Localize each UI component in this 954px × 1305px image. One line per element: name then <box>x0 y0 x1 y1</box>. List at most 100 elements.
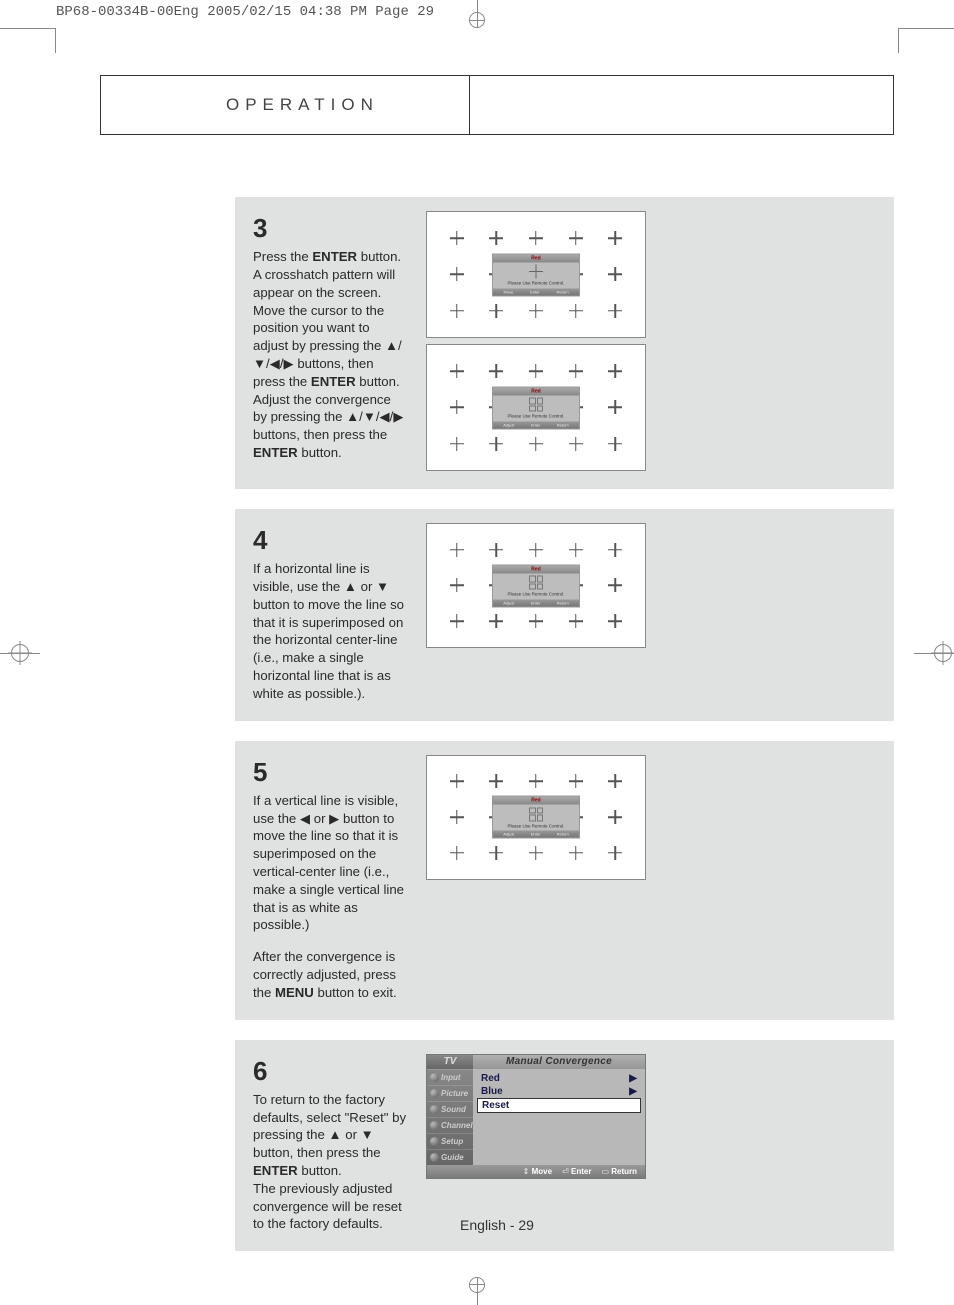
cross-icon <box>569 304 583 318</box>
osd-hint: Enter <box>531 832 541 837</box>
hint-return: ▭ Return <box>601 1167 637 1176</box>
text: button to move the line so that it is su… <box>253 811 404 933</box>
osd-hint: Enter <box>531 600 541 605</box>
osd-message: Please Use Remote Control. <box>507 414 564 419</box>
sidebar-item-guide[interactable]: Guide <box>427 1149 473 1165</box>
text: or <box>357 579 376 594</box>
up-arrow-icon: ▲ <box>344 579 357 594</box>
sidebar-item-input[interactable]: Input <box>427 1069 473 1085</box>
section-title: OPERATION <box>101 95 379 115</box>
cross-icon <box>450 304 464 318</box>
tv-screen: Red Please Use Remote Control. MoveEnter… <box>426 211 646 338</box>
arrow-icons: ▲/▼/◀/▶ <box>346 409 403 424</box>
menu-row-blue[interactable]: Blue ▶ <box>477 1085 641 1098</box>
text: Press the <box>253 249 312 264</box>
left-arrow-icon: ◀ <box>300 811 310 826</box>
setup-icon <box>430 1137 439 1146</box>
tv-screen: Red Please Use Remote Control. AdjustEnt… <box>426 755 646 880</box>
sidebar-item-picture[interactable]: Picture <box>427 1085 473 1101</box>
cross-icon <box>608 614 622 628</box>
right-arrow-icon: ▶ <box>329 811 339 826</box>
cross-icon <box>450 231 464 245</box>
step-text: 3 Press the ENTER button. A crosshatch p… <box>253 211 408 462</box>
sidebar-item-setup[interactable]: Setup <box>427 1133 473 1149</box>
label: Picture <box>441 1089 468 1098</box>
cross-icon <box>529 614 543 628</box>
target-icon <box>529 398 543 412</box>
cross-icon <box>569 543 583 557</box>
osd-title: Red <box>493 254 579 262</box>
cross-icon <box>489 846 503 860</box>
cross-icon <box>529 304 543 318</box>
osd-hint: Adjust <box>503 600 514 605</box>
osd-hint: Return <box>557 289 569 294</box>
label: Sound <box>441 1105 466 1114</box>
section-header: OPERATION <box>100 75 894 135</box>
label: Red <box>481 1073 500 1084</box>
cross-icon <box>608 846 622 860</box>
osd-hint-bar: MoveEnterReturn <box>493 288 579 295</box>
screenshots: TV Manual Convergence Input Picture Soun… <box>426 1054 876 1179</box>
osd-hint: Return <box>557 422 569 427</box>
crop-mark <box>469 20 485 21</box>
osd-message: Please Use Remote Control. <box>507 823 564 828</box>
menu-tv-label: TV <box>427 1055 473 1069</box>
crop-mark <box>55 28 56 53</box>
cross-icon <box>569 364 583 378</box>
cross-icon <box>608 364 622 378</box>
cross-icon <box>608 400 622 414</box>
crop-mark <box>0 28 55 29</box>
step-number: 4 <box>253 523 408 558</box>
cross-icon <box>529 437 543 451</box>
cross-icon <box>450 774 464 788</box>
guide-icon <box>430 1153 439 1162</box>
text: or <box>310 811 329 826</box>
cross-icon <box>450 543 464 557</box>
label: Guide <box>441 1153 464 1162</box>
cross-icon <box>489 437 503 451</box>
input-icon <box>430 1073 439 1082</box>
chevron-right-icon: ▶ <box>629 1086 637 1097</box>
step-3: 3 Press the ENTER button. A crosshatch p… <box>235 197 894 489</box>
cross-icon <box>450 578 464 592</box>
cross-icon <box>569 614 583 628</box>
step-number: 5 <box>253 755 408 790</box>
content: 3 Press the ENTER button. A crosshatch p… <box>235 197 894 1251</box>
label: Blue <box>481 1086 503 1097</box>
cross-icon <box>450 810 464 824</box>
up-arrow-icon: ▲ <box>329 1127 342 1142</box>
sidebar-item-sound[interactable]: Sound <box>427 1101 473 1117</box>
cross-icon <box>529 364 543 378</box>
sidebar-item-channel[interactable]: Channel <box>427 1117 473 1133</box>
menu-label: MENU <box>275 985 314 1000</box>
label: Setup <box>441 1137 463 1146</box>
registration-mark <box>934 644 952 662</box>
chevron-right-icon: ▶ <box>629 1073 637 1084</box>
menu-row-reset[interactable]: Reset <box>477 1098 641 1113</box>
down-arrow-icon: ▼ <box>376 579 389 594</box>
cross-icon <box>489 304 503 318</box>
cross-icon <box>569 774 583 788</box>
cross-icon <box>529 543 543 557</box>
step-text: 6 To return to the factory defaults, sel… <box>253 1054 408 1234</box>
cross-icon <box>450 364 464 378</box>
osd-hint-bar: AdjustEnterReturn <box>493 831 579 838</box>
cross-icon <box>608 304 622 318</box>
cross-icon <box>608 437 622 451</box>
step-number: 3 <box>253 211 408 246</box>
osd-title: Red <box>493 797 579 805</box>
screenshots: Red Please Use Remote Control. MoveEnter… <box>426 211 876 471</box>
tv-screen: Red Please Use Remote Control. AdjustEnt… <box>426 523 646 648</box>
menu-row-red[interactable]: Red ▶ <box>477 1072 641 1085</box>
tv-screen: Red Please Use Remote Control. AdjustEnt… <box>426 344 646 471</box>
cross-icon <box>569 231 583 245</box>
enter-label: ENTER <box>253 1163 298 1178</box>
text: or <box>342 1127 361 1142</box>
cross-icon <box>529 846 543 860</box>
text: button, then press the <box>253 1145 381 1160</box>
cross-icon <box>489 364 503 378</box>
enter-label: ENTER <box>312 249 357 264</box>
target-icon <box>529 807 543 821</box>
osd-hint: Enter <box>531 422 541 427</box>
cross-icon <box>489 543 503 557</box>
